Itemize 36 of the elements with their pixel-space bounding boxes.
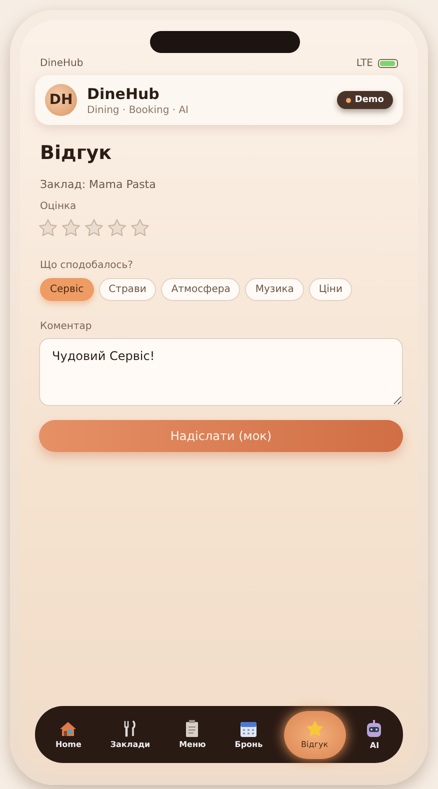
robot-icon <box>366 720 382 738</box>
star-icon[interactable] <box>131 219 149 236</box>
nav-tab[interactable]: Home <box>47 710 90 758</box>
comment-field[interactable]: Чудовий Сервіс! <box>39 338 403 406</box>
calendar-icon <box>240 720 258 736</box>
dot-icon <box>346 98 351 102</box>
rating-label: Оцінка <box>40 201 78 212</box>
star-icon[interactable] <box>108 219 126 236</box>
app-name: DineHub <box>40 58 84 69</box>
house-icon <box>59 720 78 736</box>
tag-chip[interactable]: Ціни <box>308 278 352 301</box>
nav-tab[interactable]: Бронь <box>226 710 271 758</box>
network-label: LTE <box>356 58 373 69</box>
nav-tab[interactable]: AI <box>358 710 390 758</box>
nav-tab[interactable]: Заклади <box>102 710 158 758</box>
app-subtitle: Dining · Booking · AI <box>87 104 190 116</box>
battery-icon <box>378 59 398 68</box>
star-icon[interactable] <box>85 219 103 236</box>
page-title: Відгук <box>40 142 113 164</box>
avatar: DH <box>45 84 77 116</box>
liked-label: Що сподобалось? <box>40 260 134 271</box>
star-icon <box>306 720 324 737</box>
comment-label: Коментар <box>40 321 93 332</box>
venue-label: Заклад: Mama Pasta <box>40 178 157 191</box>
nav-tab[interactable]: Меню <box>171 710 214 758</box>
cutlery-icon <box>123 720 138 737</box>
badge-label: Demo <box>354 95 384 105</box>
tag-chip[interactable]: Атмосфера <box>161 278 240 301</box>
star-icon[interactable] <box>62 219 80 236</box>
nav-tab[interactable]: Відгук <box>284 710 346 758</box>
app-title: DineHub <box>87 84 160 102</box>
clipboard-icon <box>185 720 200 737</box>
tag-chip[interactable]: Сервіс <box>40 278 94 301</box>
tag-chip[interactable]: Страви <box>98 278 156 301</box>
star-icon[interactable] <box>39 219 57 236</box>
tag-chip[interactable]: Музика <box>245 278 304 301</box>
